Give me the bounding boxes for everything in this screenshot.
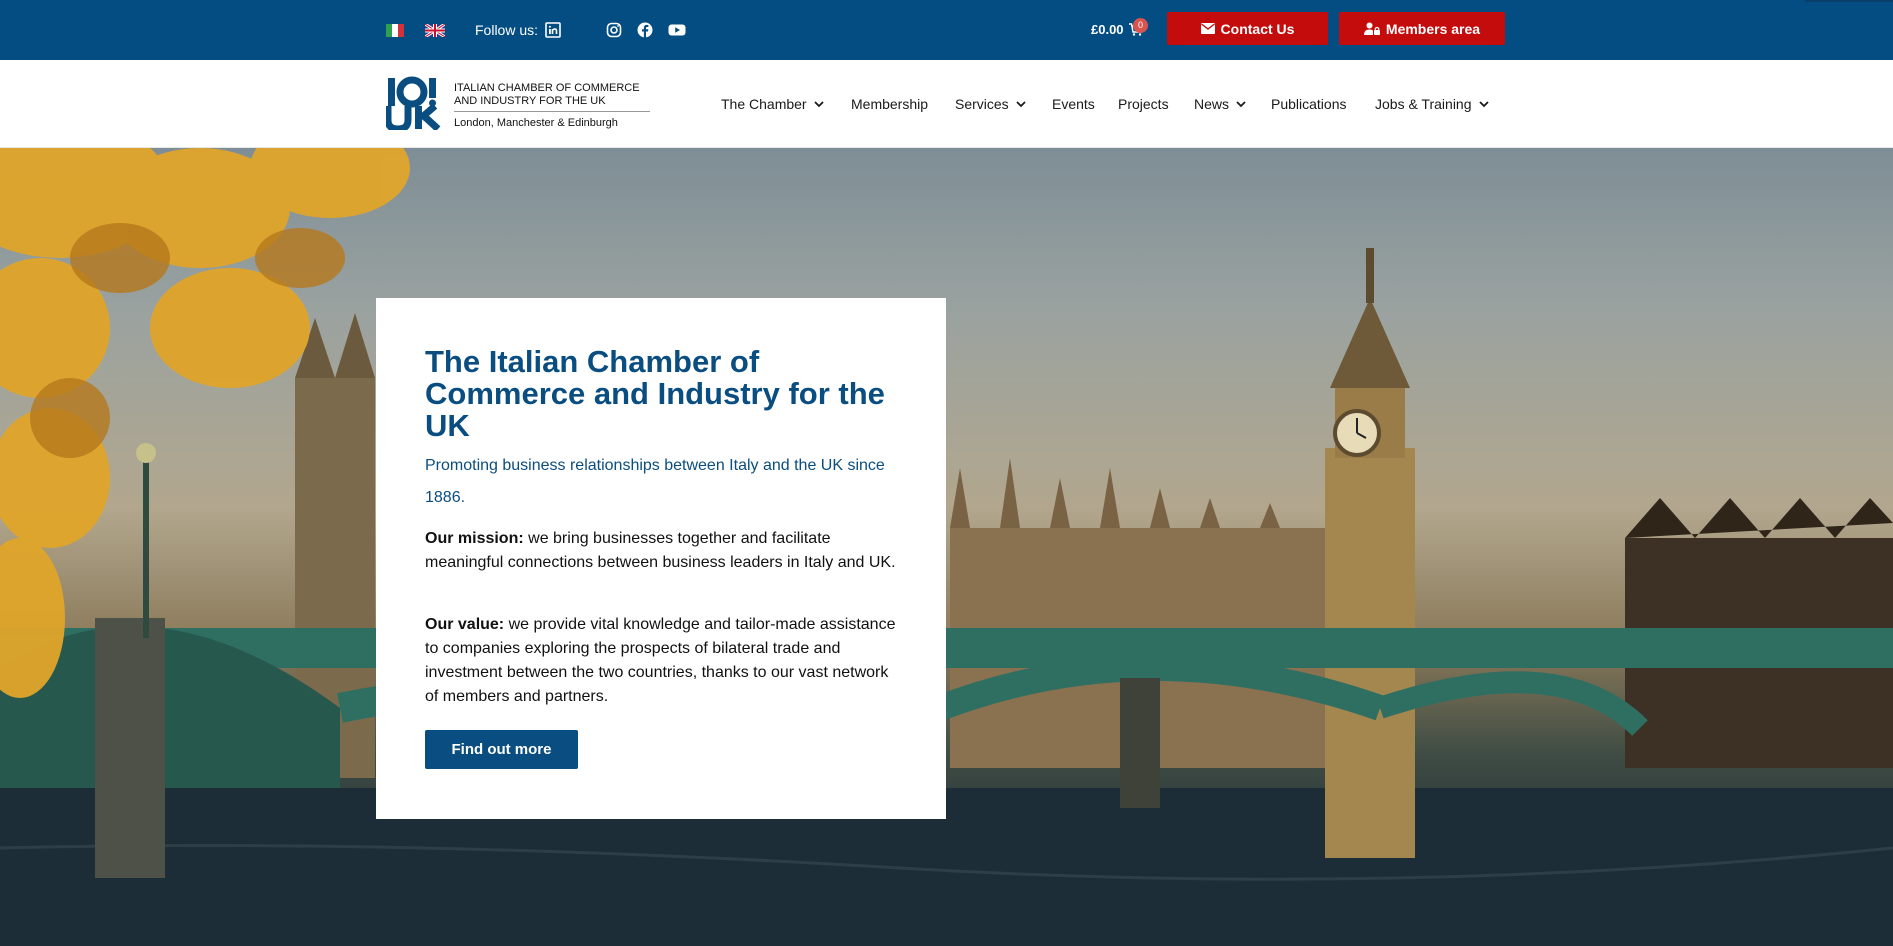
nav-item-label: News	[1194, 96, 1230, 112]
members-area-label: Members area	[1385, 20, 1481, 37]
nav-item-news[interactable]: News	[1194, 96, 1246, 112]
follow-us-label: Follow us:	[475, 22, 539, 38]
user-lock-icon	[1363, 22, 1380, 35]
nav-item-projects[interactable]: Projects	[1118, 96, 1169, 112]
contact-us-button[interactable]: Contact Us	[1167, 12, 1328, 45]
value-paragraph: Our value: we provide vital knowledge an…	[425, 613, 900, 709]
linkedin-icon[interactable]	[545, 22, 561, 38]
chamber-logo-icon[interactable]	[386, 76, 442, 130]
nav-item-label: Membership	[851, 96, 929, 112]
chevron-down-icon	[1236, 101, 1246, 108]
chevron-down-icon	[813, 101, 824, 108]
westminster-background-image	[0, 148, 1893, 946]
cart-count-badge: 0	[1133, 18, 1148, 33]
value-label: Our value:	[425, 616, 505, 633]
hero-subtitle: Promoting business relationships between…	[425, 457, 885, 506]
cart-total[interactable]: £0.00	[1091, 22, 1124, 37]
nav-item-label: Services	[955, 96, 1009, 112]
nav-item-label: Projects	[1118, 96, 1169, 112]
chevron-down-icon	[1016, 101, 1026, 108]
italian-flag-icon[interactable]	[386, 24, 404, 37]
nav-item-the-chamber[interactable]: The Chamber	[721, 96, 824, 112]
corner-decoration	[1805, 0, 1893, 2]
logo-text-line2: AND INDUSTRY FOR THE UK	[454, 95, 606, 107]
logo-text[interactable]: ITALIAN CHAMBER OF COMMERCE AND INDUSTRY…	[454, 82, 640, 108]
youtube-icon[interactable]	[668, 22, 686, 38]
nav-item-label: Events	[1052, 96, 1095, 112]
nav-item-jobs-training[interactable]: Jobs & Training	[1375, 96, 1489, 112]
logo-text-line1: ITALIAN CHAMBER OF COMMERCE	[454, 82, 640, 94]
uk-flag-icon[interactable]	[425, 24, 445, 37]
mission-paragraph: Our mission: we bring businesses togethe…	[425, 527, 900, 575]
nav-item-label: Jobs & Training	[1375, 96, 1472, 112]
nav-item-services[interactable]: Services	[955, 96, 1026, 112]
nav-item-membership[interactable]: Membership	[851, 96, 928, 112]
nav-item-events[interactable]: Events	[1052, 96, 1095, 112]
find-out-more-button[interactable]: Find out more	[425, 730, 578, 769]
envelope-icon	[1200, 23, 1215, 34]
hero-title: The Italian Chamber of Commerce and Indu…	[425, 344, 885, 443]
nav-item-publications[interactable]: Publications	[1271, 96, 1347, 112]
logo-locations: London, Manchester & Edinburgh	[454, 117, 618, 129]
members-area-button[interactable]: Members area	[1339, 12, 1505, 45]
contact-us-label: Contact Us	[1220, 20, 1295, 37]
nav-item-label: The Chamber	[721, 96, 807, 112]
main-header	[0, 60, 1893, 148]
hero-card: The Italian Chamber of Commerce and Indu…	[376, 298, 946, 819]
chevron-down-icon	[1478, 101, 1489, 108]
top-bar: Follow us: £0.00 0 Contact Us Members ar…	[0, 0, 1893, 60]
facebook-icon[interactable]	[637, 22, 653, 38]
nav-item-label: Publications	[1271, 96, 1347, 112]
mission-label: Our mission:	[425, 530, 524, 547]
instagram-icon[interactable]	[606, 22, 622, 38]
hero-banner	[0, 148, 1893, 946]
logo-divider	[454, 111, 650, 112]
